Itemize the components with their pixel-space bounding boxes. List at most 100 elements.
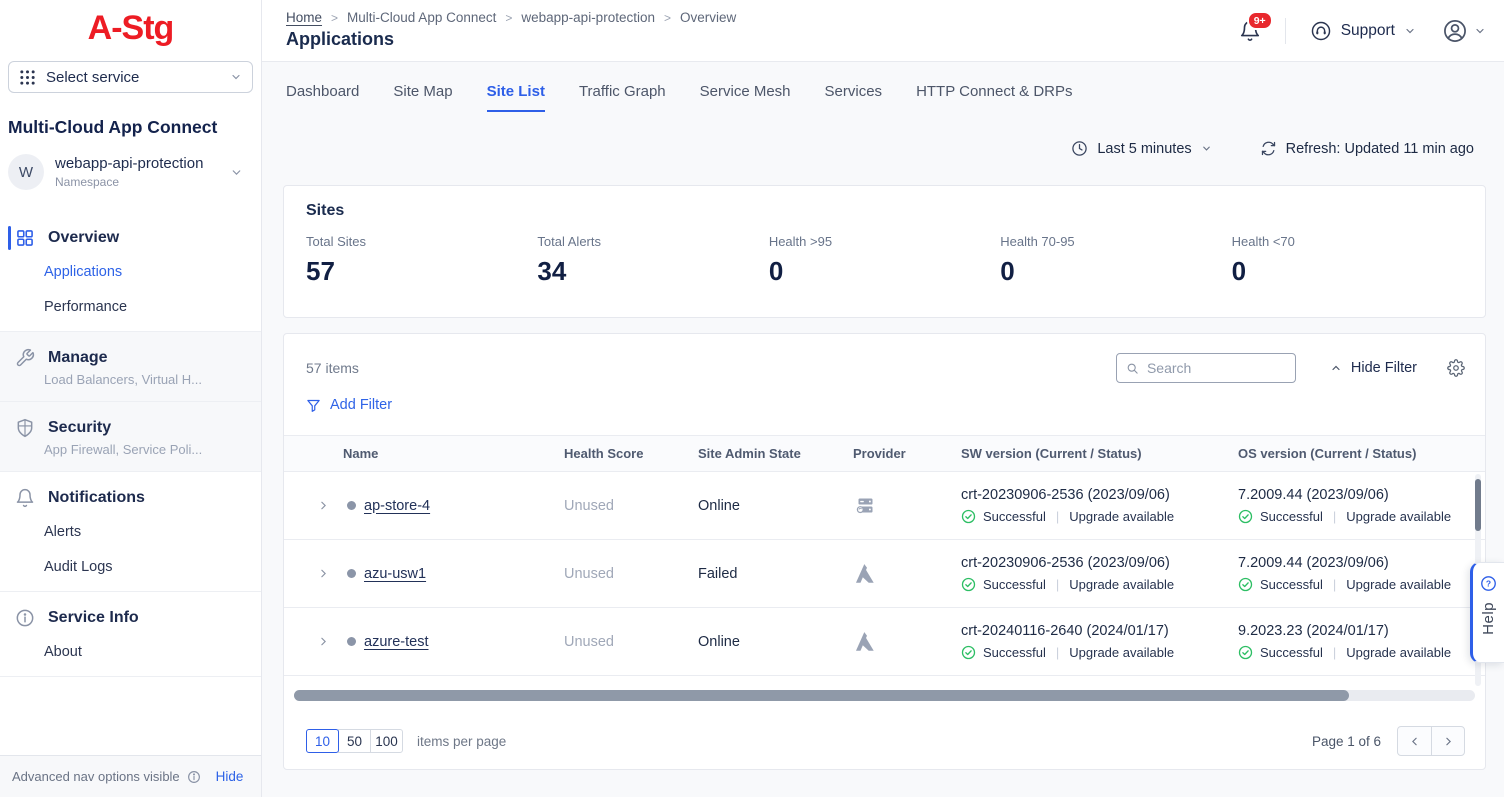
- sidebar-item-notifications[interactable]: Notifications: [0, 488, 261, 508]
- site-admin-state-cell: Online: [698, 498, 853, 514]
- support-label: Support: [1341, 22, 1395, 40]
- breadcrumb-home[interactable]: Home: [286, 10, 322, 25]
- time-range-selector[interactable]: Last 5 minutes: [1071, 140, 1211, 157]
- page-size-100[interactable]: 100: [370, 729, 403, 753]
- sidebar-item-about[interactable]: About: [0, 644, 261, 660]
- search-input[interactable]: [1147, 360, 1286, 376]
- column-header-os-version[interactable]: OS version (Current / Status): [1238, 446, 1485, 461]
- site-name-link[interactable]: azure-test: [364, 634, 428, 650]
- sidebar-item-audit-logs[interactable]: Audit Logs: [0, 559, 261, 575]
- sidebar-nav: Overview Applications Performance Manage…: [0, 212, 261, 677]
- hide-filter-button[interactable]: Hide Filter: [1330, 360, 1417, 376]
- status-separator: |: [1333, 509, 1336, 524]
- row-expander[interactable]: [284, 635, 343, 648]
- refresh-label: Refresh: Updated 11 min ago: [1286, 141, 1474, 157]
- info-icon: [187, 770, 201, 784]
- sw-status-label: Successful: [983, 509, 1046, 524]
- sw-version-cell: crt-20230906-2536 (2023/09/06) Successfu…: [961, 487, 1238, 524]
- column-header-sw-version[interactable]: SW version (Current / Status): [961, 446, 1238, 461]
- hide-advanced-nav-link[interactable]: Hide: [216, 769, 244, 784]
- stat-value: 57: [306, 256, 537, 287]
- vertical-scrollbar-thumb[interactable]: [1475, 479, 1481, 531]
- page-tabs: Dashboard Site Map Site List Traffic Gra…: [262, 62, 1504, 112]
- chevron-right-icon: [1442, 735, 1455, 748]
- namespace-avatar: W: [8, 154, 44, 190]
- table-row[interactable]: ap-store-4 Unused Online crt-20230906-25…: [284, 472, 1485, 540]
- site-name-link[interactable]: azu-usw1: [364, 566, 426, 582]
- tab-site-map[interactable]: Site Map: [393, 83, 452, 112]
- site-list-card: 57 items Hide Filter Add Filter Name Hea…: [283, 333, 1486, 770]
- sidebar-item-performance[interactable]: Performance: [0, 299, 261, 315]
- select-service-dropdown[interactable]: Select service: [8, 61, 253, 93]
- refresh-icon: [1260, 140, 1277, 157]
- stat-label: Health <70: [1232, 234, 1463, 249]
- row-expander[interactable]: [284, 499, 343, 512]
- add-filter-button[interactable]: Add Filter: [306, 397, 392, 413]
- wrench-icon: [15, 348, 35, 368]
- sidebar-item-security[interactable]: Security: [0, 418, 261, 438]
- table-body: ap-store-4 Unused Online crt-20230906-25…: [284, 472, 1485, 676]
- sites-summary-card: Sites Total Sites 57 Total Alerts 34 Hea…: [283, 185, 1486, 318]
- table-settings-button[interactable]: [1447, 359, 1465, 377]
- tab-dashboard[interactable]: Dashboard: [286, 83, 359, 112]
- site-admin-state-cell: Failed: [698, 566, 853, 582]
- add-filter-label: Add Filter: [330, 397, 392, 413]
- breadcrumb-service[interactable]: Multi-Cloud App Connect: [347, 10, 496, 25]
- shield-icon: [15, 418, 35, 438]
- sidebar-item-alerts[interactable]: Alerts: [0, 524, 261, 540]
- refresh-button[interactable]: Refresh: Updated 11 min ago: [1260, 140, 1474, 157]
- os-version-cell: 9.2023.23 (2024/01/17) Successful | Upgr…: [1238, 623, 1485, 660]
- tab-traffic-graph[interactable]: Traffic Graph: [579, 83, 666, 112]
- horizontal-scrollbar-track[interactable]: [294, 690, 1475, 701]
- stat-health-lt70: Health <70 0: [1232, 234, 1463, 287]
- sidebar-item-service-info[interactable]: Service Info: [0, 608, 261, 628]
- sidebar-item-overview[interactable]: Overview: [0, 228, 261, 248]
- tab-http-connect-drps[interactable]: HTTP Connect & DRPs: [916, 83, 1072, 112]
- horizontal-scrollbar-thumb[interactable]: [294, 690, 1349, 701]
- site-status-dot: [347, 637, 356, 646]
- column-header-provider[interactable]: Provider: [853, 446, 961, 461]
- support-menu[interactable]: Support: [1310, 20, 1416, 42]
- sidebar: A-Stg Select service Multi-Cloud App Con…: [0, 0, 262, 797]
- namespace-selector[interactable]: W webapp-api-protection Namespace: [8, 154, 253, 190]
- sw-version-text: crt-20230906-2536 (2023/09/06): [961, 487, 1238, 503]
- chevron-down-icon: [230, 166, 243, 179]
- column-header-name[interactable]: Name: [343, 446, 564, 461]
- page-size-10[interactable]: 10: [306, 729, 339, 753]
- security-label: Security: [48, 419, 111, 437]
- site-name-link[interactable]: ap-store-4: [364, 498, 430, 514]
- clock-icon: [1071, 140, 1088, 157]
- column-header-health-score[interactable]: Health Score: [564, 446, 698, 461]
- column-header-site-admin-state[interactable]: Site Admin State: [698, 446, 853, 461]
- tab-site-list[interactable]: Site List: [487, 83, 545, 112]
- notifications-bell-button[interactable]: 9+: [1239, 20, 1261, 42]
- breadcrumb-overview[interactable]: Overview: [680, 10, 736, 25]
- breadcrumb-separator: >: [664, 11, 671, 25]
- sidebar-item-applications[interactable]: Applications: [0, 264, 261, 280]
- next-page-button[interactable]: [1431, 727, 1464, 755]
- tab-services[interactable]: Services: [825, 83, 883, 112]
- chevron-left-icon: [1408, 735, 1421, 748]
- stat-value: 0: [1232, 256, 1463, 287]
- sw-version-cell: crt-20240116-2640 (2024/01/17) Successfu…: [961, 623, 1238, 660]
- header-divider: [1285, 18, 1286, 44]
- success-check-icon: [1238, 645, 1253, 660]
- table-row[interactable]: azu-usw1 Unused Failed crt-20230906-2536…: [284, 540, 1485, 608]
- os-status-label: Successful: [1260, 645, 1323, 660]
- nav-section-security: Security App Firewall, Service Poli...: [0, 402, 261, 472]
- tab-service-mesh[interactable]: Service Mesh: [700, 83, 791, 112]
- stat-label: Health 70-95: [1000, 234, 1231, 249]
- user-account-menu[interactable]: [1442, 18, 1486, 44]
- table-row[interactable]: azure-test Unused Online crt-20240116-26…: [284, 608, 1485, 676]
- status-separator: |: [1056, 577, 1059, 592]
- sidebar-item-manage[interactable]: Manage: [0, 348, 261, 368]
- row-expander[interactable]: [284, 567, 343, 580]
- page-size-50[interactable]: 50: [338, 729, 371, 753]
- previous-page-button[interactable]: [1398, 727, 1431, 755]
- os-version-cell: 7.2009.44 (2023/09/06) Successful | Upgr…: [1238, 555, 1485, 592]
- help-tab[interactable]: ? Help: [1470, 562, 1504, 663]
- service-title: Multi-Cloud App Connect: [8, 117, 253, 138]
- breadcrumb-namespace[interactable]: webapp-api-protection: [521, 10, 655, 25]
- site-admin-state-cell: Online: [698, 634, 853, 650]
- chevron-down-icon: [1201, 143, 1212, 154]
